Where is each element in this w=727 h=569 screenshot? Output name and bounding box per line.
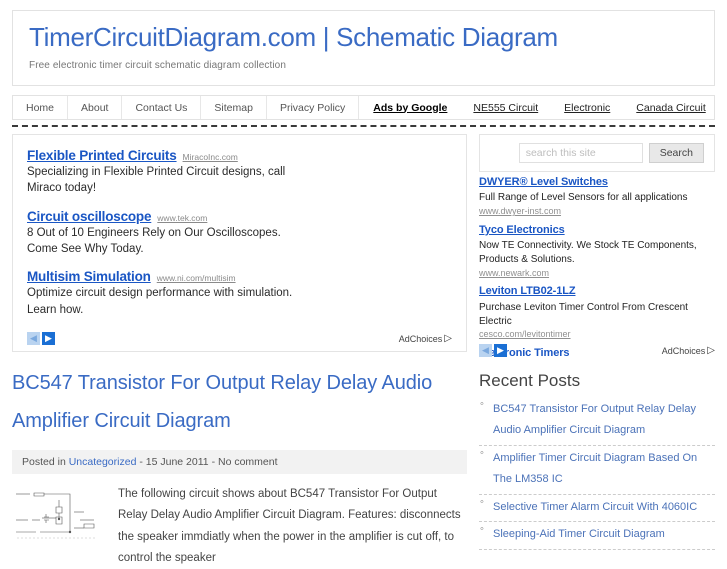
ad-title-link[interactable]: Circuit oscilloscope — [27, 209, 151, 224]
ad-unit: Flexible Printed Circuits MiracoInc.com … — [27, 148, 452, 197]
sidebar-ad-url[interactable]: cesco.com/levitontimer — [479, 328, 715, 341]
sidebar-ad-unit: Tyco Electronics Now TE Connectivity. We… — [479, 223, 715, 280]
sidebar-ad-title-link[interactable]: DWYER® Level Switches — [479, 175, 715, 190]
sidebar-ad-description: Full Range of Level Sensors for all appl… — [479, 192, 688, 204]
list-item: Sleeping-Aid Timer Circuit Diagram — [479, 522, 715, 550]
main-navigation: Home About Contact Us Sitemap Privacy Po… — [12, 95, 715, 120]
list-item: Selective Timer Alarm Circuit With 4060I… — [479, 495, 715, 523]
nav-ads-strip: Ads by Google NE555 Circuit Electronic C… — [359, 96, 714, 119]
sidebar-ad-unit: DWYER® Level Switches Full Range of Leve… — [479, 175, 715, 218]
nav-ad-link-canada-circuit[interactable]: Canada Circuit — [636, 102, 705, 114]
sidebar-ad-footer: ◀ ▶ AdChoices ▷ — [479, 344, 715, 357]
nav-ad-link-electronic[interactable]: Electronic — [564, 102, 610, 114]
ad-unit: Circuit oscilloscope www.tek.com 8 Out o… — [27, 209, 452, 258]
post-meta: Posted in Uncategorized - 15 June 2011 -… — [12, 450, 467, 474]
recent-posts-widget: Recent Posts BC547 Transistor For Output… — [479, 371, 715, 550]
ad-description: Optimize circuit design performance with… — [27, 287, 293, 316]
sidebar-ad-url[interactable]: www.newark.com — [479, 267, 715, 280]
ad-prev-arrow-icon[interactable]: ◀ — [27, 332, 40, 345]
post-article: BC547 Transistor For Output Relay Delay … — [12, 364, 467, 569]
ad-pagination: ◀ ▶ — [27, 332, 55, 345]
post-comment-count: No comment — [217, 456, 278, 468]
ads-by-google-label[interactable]: Ads by Google — [373, 102, 447, 114]
main-ad-footer: ◀ ▶ AdChoices ▷ — [27, 332, 452, 345]
post-meta-sep-1: - — [139, 456, 143, 468]
ad-next-arrow-icon[interactable]: ▶ — [42, 332, 55, 345]
ad-url[interactable]: www.tek.com — [157, 213, 207, 223]
post-date: 15 June 2011 — [145, 456, 209, 468]
ad-title-link[interactable]: Multisim Simulation — [27, 269, 151, 284]
nav-item-home[interactable]: Home — [13, 96, 69, 119]
ad-title-row: Multisim Simulation www.ni.com/multisim — [27, 269, 452, 284]
adchoices-triangle-icon: ▷ — [444, 333, 452, 344]
nav-divider — [12, 125, 715, 127]
sidebar-ad-next-arrow-icon[interactable]: ▶ — [494, 344, 507, 357]
post-thumbnail-schematic[interactable] — [12, 484, 104, 544]
recent-post-link[interactable]: Selective Timer Alarm Circuit With 4060I… — [493, 497, 715, 518]
sidebar-ad-title-link[interactable]: Tyco Electronics — [479, 223, 715, 238]
nav-item-sitemap[interactable]: Sitemap — [201, 96, 267, 119]
nav-item-contact-us[interactable]: Contact Us — [122, 96, 202, 119]
sidebar: Search DWYER® Level Switches Full Range … — [479, 134, 715, 550]
post-meta-prefix: Posted in — [22, 456, 66, 468]
sidebar-adchoices-label: AdChoices — [661, 345, 706, 356]
ad-title-row: Flexible Printed Circuits MiracoInc.com — [27, 148, 452, 163]
list-item: BC547 Transistor For Output Relay Delay … — [479, 397, 715, 446]
post-category-link[interactable]: Uncategorized — [69, 456, 137, 468]
nav-item-privacy-policy[interactable]: Privacy Policy — [266, 96, 360, 119]
sidebar-ad-title-link[interactable]: Leviton LTB02-1LZ — [479, 284, 715, 299]
sidebar-ad-block: DWYER® Level Switches Full Range of Leve… — [479, 175, 715, 357]
sidebar-adchoices-triangle-icon: ▷ — [707, 345, 715, 356]
page-title: TimerCircuitDiagram.com | Schematic Diag… — [29, 22, 558, 52]
post-body: The following circuit shows about BC547 … — [12, 484, 467, 569]
sidebar-ad-url[interactable]: www.dwyer-inst.com — [479, 205, 715, 218]
post-meta-sep-2: - — [211, 456, 216, 468]
post-excerpt: The following circuit shows about BC547 … — [118, 488, 461, 564]
nav-ad-link-ne555-circuit[interactable]: NE555 Circuit — [473, 102, 538, 114]
sidebar-ad-prev-arrow-icon[interactable]: ◀ — [479, 344, 492, 357]
ad-title-row: Circuit oscilloscope www.tek.com — [27, 209, 452, 224]
site-header: TimerCircuitDiagram.com | Schematic Diag… — [12, 10, 715, 86]
post-title[interactable]: BC547 Transistor For Output Relay Delay … — [12, 364, 467, 440]
sidebar-ad-unit: Leviton LTB02-1LZ Purchase Leviton Timer… — [479, 284, 715, 341]
nav-item-about[interactable]: About — [68, 96, 123, 119]
adchoices-link[interactable]: AdChoices ▷ — [399, 333, 452, 344]
page-root: TimerCircuitDiagram.com | Schematic Diag… — [0, 10, 727, 564]
search-widget: Search — [479, 134, 715, 172]
ad-unit: Multisim Simulation www.ni.com/multisim … — [27, 269, 452, 318]
ad-url[interactable]: MiracoInc.com — [183, 152, 238, 162]
sidebar-adchoices-link[interactable]: AdChoices ▷ — [662, 345, 715, 356]
site-tagline: Free electronic timer circuit schematic … — [29, 59, 286, 71]
recent-post-link[interactable]: Amplifier Timer Circuit Diagram Based On… — [493, 448, 715, 491]
search-input[interactable] — [518, 143, 643, 163]
sidebar-ad-description: Purchase Leviton Timer Control From Cres… — [479, 301, 688, 327]
ad-description: 8 Out of 10 Engineers Rely on Our Oscill… — [27, 226, 281, 255]
adchoices-label: AdChoices — [398, 333, 443, 344]
main-column: Flexible Printed Circuits MiracoInc.com … — [12, 134, 467, 569]
recent-posts-heading: Recent Posts — [479, 371, 581, 390]
recent-post-link[interactable]: BC547 Transistor For Output Relay Delay … — [493, 399, 715, 442]
ad-url[interactable]: www.ni.com/multisim — [157, 273, 236, 283]
ad-description: Specializing in Flexible Printed Circuit… — [27, 166, 286, 195]
main-ad-block: Flexible Printed Circuits MiracoInc.com … — [12, 134, 467, 352]
recent-posts-list: BC547 Transistor For Output Relay Delay … — [479, 397, 715, 550]
ad-title-link[interactable]: Flexible Printed Circuits — [27, 148, 177, 163]
content-columns: Flexible Printed Circuits MiracoInc.com … — [12, 134, 715, 569]
sidebar-ad-pagination: ◀ ▶ — [479, 344, 507, 357]
list-item: Amplifier Timer Circuit Diagram Based On… — [479, 446, 715, 495]
recent-post-link[interactable]: Sleeping-Aid Timer Circuit Diagram — [493, 524, 715, 545]
search-button[interactable]: Search — [648, 143, 704, 163]
schematic-diagram-icon — [16, 492, 97, 539]
sidebar-ad-description: Now TE Connectivity. We Stock TE Compone… — [479, 240, 697, 265]
